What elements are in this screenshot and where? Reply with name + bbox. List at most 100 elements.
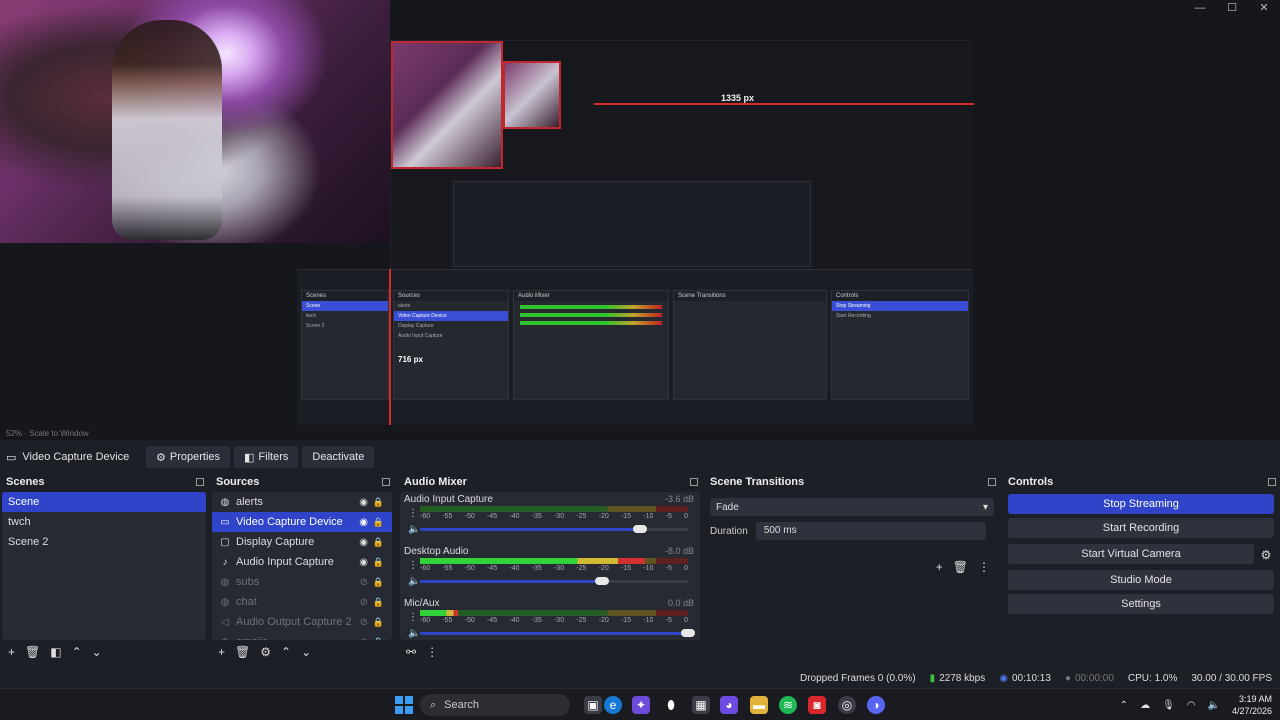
eye-icon[interactable]: ◉	[359, 517, 368, 528]
deactivate-label: Deactivate	[312, 451, 365, 463]
slider-knob[interactable]	[632, 525, 647, 533]
source-item[interactable]: ▭ Video Capture Device ◉ 🔒	[212, 512, 392, 532]
studio-mode-button[interactable]: Studio Mode	[1008, 570, 1274, 590]
settings-button[interactable]: Settings	[1008, 594, 1274, 614]
mic-icon[interactable]: 🎙	[1162, 700, 1175, 711]
eye-off-icon[interactable]: ⊘	[360, 637, 368, 641]
task-view-icon[interactable]: ▣	[584, 696, 602, 714]
undock-icon[interactable]	[1268, 478, 1276, 486]
lock-icon[interactable]: 🔒	[373, 497, 384, 508]
eye-icon[interactable]: ◉	[359, 557, 368, 568]
volume-slider[interactable]	[420, 577, 688, 585]
lock-icon[interactable]: 🔒	[373, 597, 384, 608]
transition-actions: + 🗑 ⋮	[936, 560, 990, 574]
volume-icon[interactable]: 🔈	[1208, 700, 1220, 711]
duration-spinbox[interactable]: 500 ms	[755, 522, 986, 540]
deactivate-button[interactable]: Deactivate	[302, 446, 375, 468]
volume-icon[interactable]: 🔈	[408, 576, 420, 587]
gear-icon[interactable]: ⚙	[1258, 548, 1274, 562]
slider-knob[interactable]	[595, 577, 610, 585]
lock-icon[interactable]: 🔒	[373, 637, 384, 641]
eye-icon[interactable]: ◉	[359, 497, 368, 508]
undock-icon[interactable]	[196, 478, 204, 486]
trash-icon[interactable]: 🗑	[25, 645, 40, 659]
move-down-icon[interactable]: ⌄	[301, 645, 311, 659]
obs-icon[interactable]: ◎	[838, 696, 856, 714]
preview-canvas[interactable]: 1335 px Scenes Scene twch Scene 2 716 px…	[0, 0, 1280, 428]
source-item[interactable]: ♪ Audio Input Capture ◉ 🔒	[212, 552, 392, 572]
source-item[interactable]: ◍ alerts ◉ 🔒	[212, 492, 392, 512]
filter-icon[interactable]: ◧	[50, 645, 61, 659]
store-icon[interactable]: ▦	[692, 696, 710, 714]
move-up-icon[interactable]: ⌃	[72, 645, 82, 659]
more-icon[interactable]: ⋮	[408, 612, 418, 623]
more-icon[interactable]: ⋮	[426, 645, 438, 659]
eye-off-icon[interactable]: ⊘	[360, 617, 368, 628]
volume-icon[interactable]: 🔈	[408, 524, 420, 535]
trash-icon[interactable]: 🗑	[953, 560, 968, 574]
lock-icon[interactable]: 🔒	[373, 537, 384, 548]
monitor-icon: ▢	[220, 536, 230, 548]
edge-icon[interactable]: e	[604, 696, 622, 714]
source-item[interactable]: ◍ subs ⊘ 🔒	[212, 572, 392, 592]
gear-icon[interactable]: ⚙	[260, 645, 271, 659]
source-item[interactable]: ◍ emojis ⊘ 🔒	[212, 632, 392, 640]
trash-icon[interactable]: 🗑	[235, 645, 250, 659]
cloud-icon[interactable]: ☁	[1140, 700, 1150, 711]
more-icon[interactable]: ⋮	[408, 560, 418, 571]
lock-icon[interactable]: 🔒	[373, 517, 384, 528]
start-recording-button[interactable]: Start Recording	[1008, 518, 1274, 538]
filters-button[interactable]: ◧ Filters	[234, 446, 299, 468]
folder-icon[interactable]: ▬	[750, 696, 768, 714]
messenger-icon[interactable]: ◑	[867, 696, 885, 714]
undock-icon[interactable]	[690, 478, 698, 486]
spotify-icon[interactable]: ≋	[779, 696, 797, 714]
start-virtual-camera-button[interactable]: Start Virtual Camera	[1008, 544, 1254, 564]
lock-icon[interactable]: 🔒	[373, 557, 384, 568]
lock-icon[interactable]: 🔒	[373, 577, 384, 588]
add-icon[interactable]: +	[936, 560, 943, 574]
move-up-icon[interactable]: ⌃	[281, 645, 291, 659]
close-button[interactable]: ✕	[1248, 0, 1280, 16]
display-capture-preview: 1335 px Scenes Scene twch Scene 2 716 px…	[297, 40, 974, 425]
scene-item[interactable]: twch	[2, 512, 206, 532]
eye-off-icon[interactable]: ⊘	[360, 577, 368, 588]
scene-item[interactable]: Scene 2	[2, 532, 206, 552]
source-item[interactable]: ▢ Display Capture ◉ 🔒	[212, 532, 392, 552]
undock-icon[interactable]	[382, 478, 390, 486]
copilot-icon[interactable]: ✦	[632, 696, 650, 714]
eye-off-icon[interactable]: ⊘	[360, 597, 368, 608]
source-item[interactable]: ◁ Audio Output Capture 2 ⊘ 🔒	[212, 612, 392, 632]
chevron-down-icon: ▾	[982, 501, 988, 513]
discord-icon[interactable]: ◕	[720, 696, 738, 714]
volume-slider[interactable]	[420, 525, 688, 533]
wifi-icon[interactable]: ◠	[1187, 700, 1196, 711]
mic-icon: ♪	[222, 556, 228, 568]
undock-icon[interactable]	[988, 478, 996, 486]
scene-item[interactable]: Scene	[2, 492, 206, 512]
maximize-button[interactable]: ☐	[1216, 0, 1248, 16]
link-icon[interactable]: ⚯	[406, 645, 416, 659]
move-down-icon[interactable]: ⌄	[92, 645, 102, 659]
add-icon[interactable]: +	[8, 645, 15, 659]
taskbar-search[interactable]: ⌕ Search	[420, 694, 570, 716]
more-icon[interactable]: ⋮	[408, 508, 418, 519]
clock[interactable]: 3:19 AM 4/27/2026	[1232, 693, 1272, 717]
chevron-up-icon[interactable]: ⌃	[1120, 700, 1128, 711]
minimize-button[interactable]: —	[1184, 0, 1216, 16]
add-icon[interactable]: +	[218, 645, 225, 659]
app-icon-red[interactable]: ◙	[808, 696, 826, 714]
volume-slider[interactable]	[420, 629, 695, 637]
properties-button[interactable]: ⚙ Properties	[146, 446, 231, 468]
lock-icon[interactable]: 🔒	[373, 617, 384, 628]
volume-icon[interactable]: 🔈	[408, 628, 420, 639]
phone-icon[interactable]: ⬮	[662, 696, 680, 714]
meter-background	[420, 506, 688, 512]
transition-select[interactable]: Fade ▾	[710, 498, 994, 516]
windows-start-icon[interactable]	[395, 696, 413, 714]
slider-knob[interactable]	[681, 629, 695, 637]
stop-streaming-button[interactable]: Stop Streaming	[1008, 494, 1274, 514]
eye-icon[interactable]: ◉	[359, 537, 368, 548]
source-item[interactable]: ◍ chat ⊘ 🔒	[212, 592, 392, 612]
more-icon[interactable]: ⋮	[978, 560, 990, 574]
